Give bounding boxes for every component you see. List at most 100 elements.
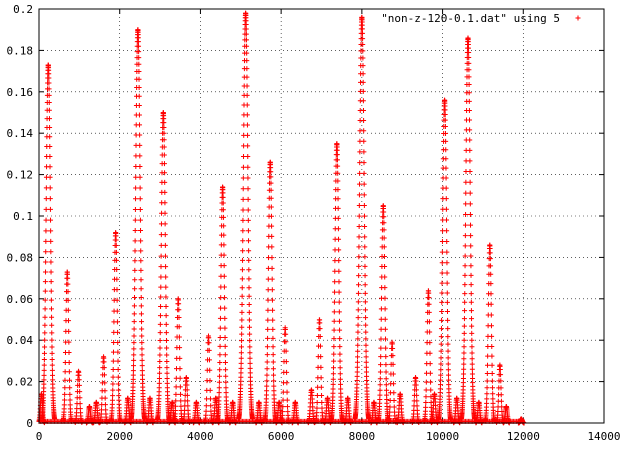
data-point: [391, 404, 397, 410]
data-point: [49, 362, 55, 368]
data-point: [42, 337, 48, 343]
data-point: [244, 112, 250, 118]
data-point: [469, 371, 475, 377]
data-point: [221, 252, 227, 258]
data-point: [137, 174, 143, 180]
data-point: [221, 284, 227, 290]
data-point: [423, 404, 429, 410]
data-point: [67, 391, 73, 397]
data-point: [318, 375, 324, 381]
data-point: [360, 98, 366, 104]
data-point: [46, 71, 52, 77]
data-point: [337, 327, 343, 333]
data-point: [414, 398, 420, 404]
data-point: [355, 342, 361, 348]
data-point: [337, 376, 343, 382]
data-point: [331, 309, 337, 315]
y-tick-label: 0.1: [13, 210, 33, 223]
data-point: [49, 367, 55, 373]
data-point: [461, 371, 467, 377]
data-point: [48, 279, 54, 285]
data-point: [240, 175, 246, 181]
data-point: [65, 281, 71, 287]
data-point: [355, 322, 361, 328]
data-point: [206, 340, 212, 346]
data-point: [246, 302, 252, 308]
data-point: [285, 404, 291, 410]
data-point: [264, 388, 270, 394]
data-point: [157, 338, 163, 344]
data-point: [158, 284, 164, 290]
data-point: [469, 330, 475, 336]
data-point: [423, 387, 429, 393]
data-point: [222, 335, 228, 341]
data-point: [438, 367, 444, 373]
data-point: [378, 362, 384, 368]
data-point: [216, 385, 222, 391]
data-point: [177, 345, 183, 351]
data-point: [427, 370, 433, 376]
data-point: [158, 294, 164, 300]
data-point: [217, 373, 223, 379]
data-point: [162, 200, 168, 206]
data-point: [132, 238, 138, 244]
data-point: [43, 259, 49, 265]
data-point: [488, 312, 494, 318]
data-point: [137, 206, 143, 212]
data-point: [337, 365, 343, 371]
data-point: [138, 238, 144, 244]
data-point: [132, 294, 138, 300]
data-point: [463, 201, 469, 207]
data-point: [238, 374, 244, 380]
x-tick-label: 2000: [106, 430, 133, 443]
data-point: [240, 164, 246, 170]
data-point: [239, 285, 245, 291]
data-point: [47, 185, 53, 191]
data-point: [203, 403, 209, 409]
data-point: [268, 174, 274, 180]
data-point: [163, 284, 169, 290]
data-point: [331, 318, 337, 324]
data-point: [490, 396, 496, 402]
data-point: [360, 63, 366, 69]
data-point: [461, 323, 467, 329]
data-point: [444, 249, 450, 255]
data-point: [360, 88, 366, 94]
data-point: [336, 279, 342, 285]
data-point: [356, 263, 362, 269]
data-point: [220, 194, 226, 200]
data-point: [439, 299, 445, 305]
data-point: [356, 273, 362, 279]
data-point: [157, 321, 163, 327]
data-point: [355, 315, 361, 321]
data-point: [270, 326, 276, 332]
data-point: [269, 287, 275, 293]
data-point: [443, 196, 449, 202]
data-point: [265, 335, 271, 341]
data-point: [268, 213, 274, 219]
data-point: [156, 376, 162, 382]
data-point: [158, 253, 164, 259]
data-point: [114, 308, 120, 314]
data-point: [361, 118, 367, 124]
data-point: [138, 228, 144, 234]
data-point: [462, 282, 468, 288]
data-point: [138, 248, 144, 254]
data-point: [332, 289, 338, 295]
data-point: [439, 270, 445, 276]
data-point: [338, 381, 344, 387]
data-point: [484, 378, 490, 384]
data-point: [284, 369, 290, 375]
data-point: [444, 260, 450, 266]
data-point: [269, 223, 275, 229]
data-point: [270, 307, 276, 313]
data-point: [469, 361, 475, 367]
data-point: [484, 396, 490, 402]
data-point: [240, 186, 246, 192]
data-point: [244, 102, 250, 108]
data-point: [131, 363, 137, 369]
data-point: [363, 369, 369, 375]
data-point: [317, 326, 323, 332]
data-point: [382, 264, 388, 270]
data-point: [207, 367, 213, 373]
